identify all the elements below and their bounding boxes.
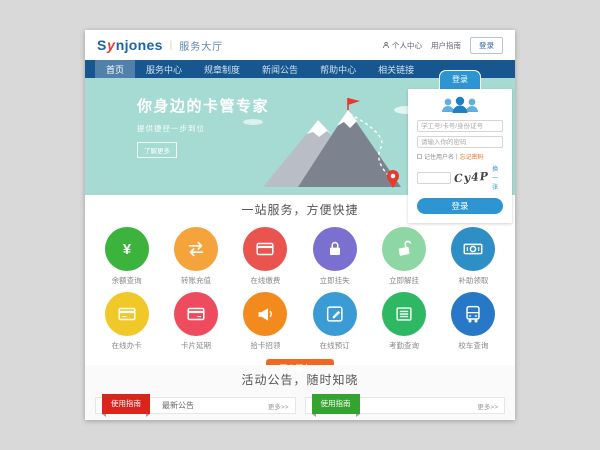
banknote-icon: [462, 238, 484, 260]
transfer-arrows-icon: [185, 238, 207, 260]
hero-banner: 你身边的卡管专家 提供捷径一步到位 了解更多 登录: [85, 78, 515, 195]
remember-label: 记住用户名: [424, 152, 454, 161]
hero-cta-button[interactable]: 了解更多: [137, 142, 177, 158]
personal-center-link[interactable]: 个人中心: [382, 40, 422, 51]
portal-page: Synjones | 服务大厅 个人中心 用户指南 登录 首页 服务中心 规章制…: [85, 30, 515, 420]
service-attendance-inquiry[interactable]: 考勤查询: [369, 292, 438, 351]
options-separator: |: [456, 154, 458, 160]
svg-text:¥: ¥: [123, 242, 132, 258]
lock-icon: [324, 238, 346, 260]
bank-card-icon: [116, 303, 138, 325]
header-divider: |: [170, 40, 173, 51]
users-avatar-icon: [417, 96, 503, 114]
nav-item-news[interactable]: 新闻公告: [251, 60, 309, 78]
forgot-password-link[interactable]: 忘记密码: [460, 152, 484, 161]
synjones-logo[interactable]: Synjones: [97, 37, 163, 53]
service-card-extension[interactable]: 卡片延期: [161, 292, 230, 351]
service-balance-inquiry[interactable]: ¥ 余额查询: [92, 227, 161, 286]
service-subsidy-collect[interactable]: 补助领取: [439, 227, 508, 286]
top-header: Synjones | 服务大厅 个人中心 用户指南 登录: [85, 30, 515, 60]
login-panel: 登录 记住用户名 | 忘记密码: [408, 70, 512, 223]
service-remove-loss[interactable]: 立即解挂: [369, 227, 438, 286]
nav-item-rules[interactable]: 规章制度: [193, 60, 251, 78]
captcha-refresh-link[interactable]: 换一张: [492, 164, 503, 191]
user-icon: [382, 41, 390, 49]
mountain-illustration: [223, 92, 433, 192]
service-online-booking[interactable]: 在线预订: [300, 292, 369, 351]
attendance-list-icon: [393, 303, 415, 325]
unlock-icon: [393, 238, 415, 260]
header-login-button[interactable]: 登录: [470, 37, 503, 54]
service-online-card-apply[interactable]: 在线办卡: [92, 292, 161, 351]
guide-panel-right: 使用指南 更多>>: [305, 397, 506, 414]
remember-checkbox[interactable]: [417, 154, 422, 159]
service-school-bus-inquiry[interactable]: 校车查询: [439, 292, 508, 351]
nav-item-help[interactable]: 帮助中心: [309, 60, 367, 78]
megaphone-icon: [254, 303, 276, 325]
bank-card-icon: [185, 303, 207, 325]
service-online-payment[interactable]: 在线缴费: [231, 227, 300, 286]
logo-text: njones: [116, 37, 163, 53]
captcha-image: Cy4P: [454, 170, 490, 185]
service-report-loss[interactable]: 立即挂失: [300, 227, 369, 286]
service-transfer-recharge[interactable]: 转账充值: [161, 227, 230, 286]
user-guide-link[interactable]: 用户指南: [431, 40, 461, 51]
bank-card-icon: [254, 238, 276, 260]
logo-text: S: [97, 37, 107, 53]
account-input[interactable]: [417, 120, 503, 132]
captcha-input[interactable]: [417, 172, 451, 184]
guide-panel-left: 使用指南 最新公告 更多>>: [95, 397, 296, 414]
services-grid: ¥ 余额查询 转账充值 在线缴费 立即挂失: [92, 227, 508, 351]
latest-announcements-tab[interactable]: 最新公告: [162, 400, 194, 411]
logo-accent: y: [107, 37, 115, 53]
brand-suffix: 服务大厅: [179, 38, 223, 53]
nav-item-home[interactable]: 首页: [95, 60, 135, 78]
login-tab[interactable]: 登录: [439, 70, 481, 89]
announcements-title: 活动公告，随时知晓: [85, 371, 515, 388]
login-submit-button[interactable]: 登录: [417, 198, 503, 214]
edit-icon: [324, 303, 346, 325]
announcements-section: 活动公告，随时知晓 使用指南 最新公告 更多>> 使用指南 更多>>: [85, 365, 515, 420]
nav-item-service-center[interactable]: 服务中心: [135, 60, 193, 78]
bus-icon: [462, 303, 484, 325]
usage-guide-ribbon[interactable]: 使用指南: [312, 394, 360, 414]
password-input[interactable]: [417, 136, 503, 148]
service-found-card-claim[interactable]: 拾卡招领: [231, 292, 300, 351]
more-link[interactable]: 更多>>: [268, 401, 289, 411]
yen-icon: ¥: [116, 238, 138, 260]
more-link[interactable]: 更多>>: [477, 401, 498, 411]
usage-guide-ribbon[interactable]: 使用指南: [102, 394, 150, 414]
